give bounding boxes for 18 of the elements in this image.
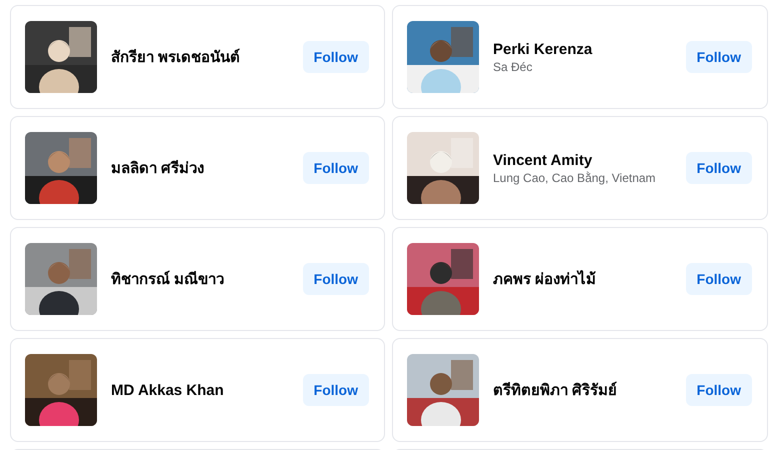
follow-button[interactable]: Follow bbox=[686, 152, 752, 184]
person-name[interactable]: ภคพร ผ่องท่าไม้ bbox=[493, 267, 686, 291]
follow-button[interactable]: Follow bbox=[686, 41, 752, 73]
follow-button[interactable]: Follow bbox=[686, 374, 752, 406]
follow-button[interactable]: Follow bbox=[302, 41, 369, 73]
follow-button[interactable]: Follow bbox=[302, 374, 369, 406]
location-text: Lung Cao, Cao Bằng, Vietnam bbox=[493, 170, 657, 184]
person-name[interactable]: Perki Kerenza bbox=[493, 40, 686, 58]
location-text: Sa Đéc bbox=[493, 60, 534, 74]
follow-button[interactable]: Follow bbox=[686, 263, 752, 295]
follow-button[interactable]: Follow bbox=[302, 263, 369, 295]
person-name[interactable]: ตรีทิตยพิภา ศิริรัมย์ bbox=[493, 378, 686, 402]
person-name[interactable]: มลลิดา ศรีม่วง bbox=[111, 156, 303, 180]
person-name[interactable]: ทิชากรณ์ มณีขาว bbox=[111, 267, 303, 291]
person-name[interactable]: MD Akkas Khan bbox=[111, 382, 303, 398]
person-name[interactable]: สักรียา พรเดชอนันต์ bbox=[111, 45, 303, 69]
follow-button[interactable]: Follow bbox=[302, 152, 369, 184]
person-name[interactable]: Vincent Amity bbox=[493, 152, 686, 168]
